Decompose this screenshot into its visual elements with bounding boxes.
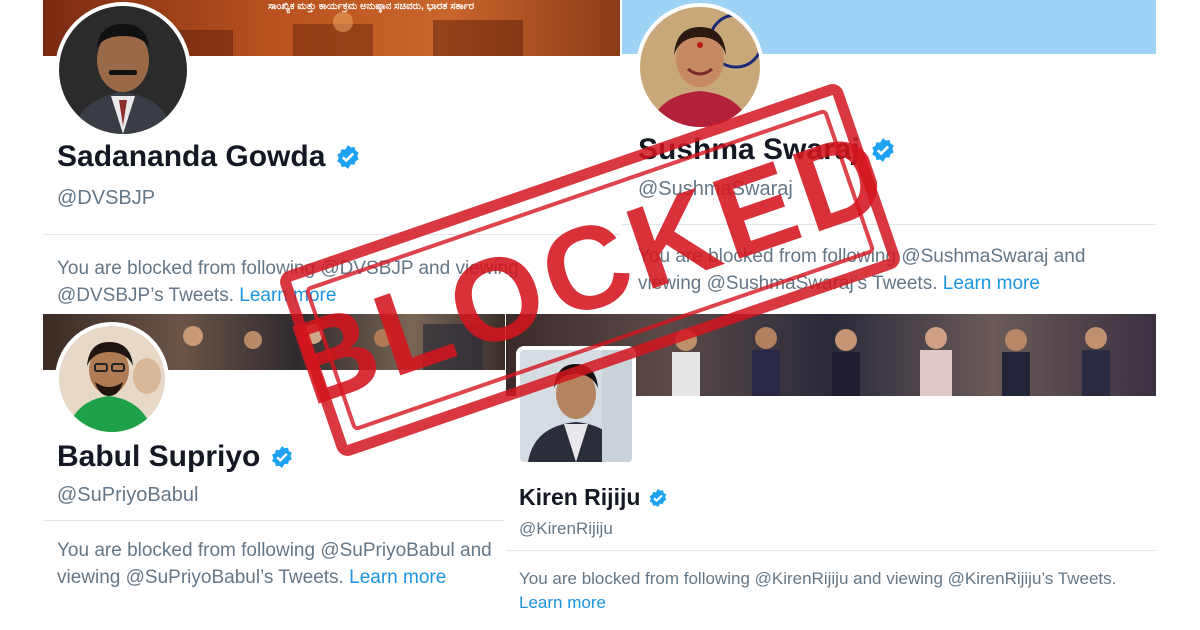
verified-badge-icon xyxy=(272,446,293,468)
blocked-notice: You are blocked from following @KirenRij… xyxy=(519,567,1129,615)
profile-name-text: Sadananda Gowda xyxy=(57,140,326,173)
profile-name: Sushma Swaraj xyxy=(638,133,896,167)
blocked-notice: You are blocked from following @SushmaSw… xyxy=(638,244,1138,297)
divider xyxy=(506,550,1156,551)
divider xyxy=(43,520,505,521)
blocked-notice-text: You are blocked from following @KirenRij… xyxy=(519,569,1117,588)
profile-handle: @DVSBJP xyxy=(57,187,156,209)
learn-more-link[interactable]: Learn more xyxy=(349,567,446,588)
profile-name-text: Kiren Rijiju xyxy=(519,484,641,510)
learn-more-link[interactable]: Learn more xyxy=(943,273,1040,294)
profile-handle: @KirenRijiju xyxy=(519,519,613,538)
verified-badge-icon xyxy=(650,488,667,507)
profile-handle: @SushmaSwaraj xyxy=(638,178,793,200)
blocked-notice: You are blocked from following @SuPriyoB… xyxy=(57,538,497,591)
divider xyxy=(622,224,1156,225)
profile-card-kiren: Kiren Rijiju @KirenRijiju You are blocke… xyxy=(506,314,1156,630)
avatar[interactable] xyxy=(516,346,636,466)
avatar[interactable] xyxy=(636,3,764,131)
profile-card-sushma: Sushma Swaraj @SushmaSwaraj You are bloc… xyxy=(622,0,1156,312)
profile-name: Kiren Rijiju xyxy=(519,484,668,511)
profile-handle: @SuPriyoBabul xyxy=(57,484,199,506)
avatar[interactable] xyxy=(55,2,191,138)
profile-name: Sadananda Gowda xyxy=(57,140,361,174)
profile-card-babul: Babul Supriyo @SuPriyoBabul You are bloc… xyxy=(43,314,505,630)
profile-card-gowda: ಸಾಂಖ್ಯಿಕ ಮತ್ತು ಕಾರ್ಯಕ್ರಮ ಅನುಷ್ಠಾನ ಸಚಿವರು… xyxy=(43,0,620,312)
learn-more-link[interactable]: Learn more xyxy=(519,593,606,612)
divider xyxy=(43,234,620,235)
learn-more-link[interactable]: Learn more xyxy=(239,285,336,306)
verified-badge-icon xyxy=(337,145,360,169)
avatar[interactable] xyxy=(55,322,169,436)
banner-caption: ಸಾಂಖ್ಯಿಕ ಮತ್ತು ಕಾರ್ಯಕ್ರಮ ಅನುಷ್ಠಾನ ಸಚಿವರು… xyxy=(268,1,475,12)
verified-badge-icon xyxy=(872,138,894,162)
profile-name-text: Babul Supriyo xyxy=(57,440,261,473)
blocked-notice: You are blocked from following @DVSBJP a… xyxy=(57,256,577,309)
profile-name-text: Sushma Swaraj xyxy=(638,133,860,166)
profile-name: Babul Supriyo xyxy=(57,440,294,474)
